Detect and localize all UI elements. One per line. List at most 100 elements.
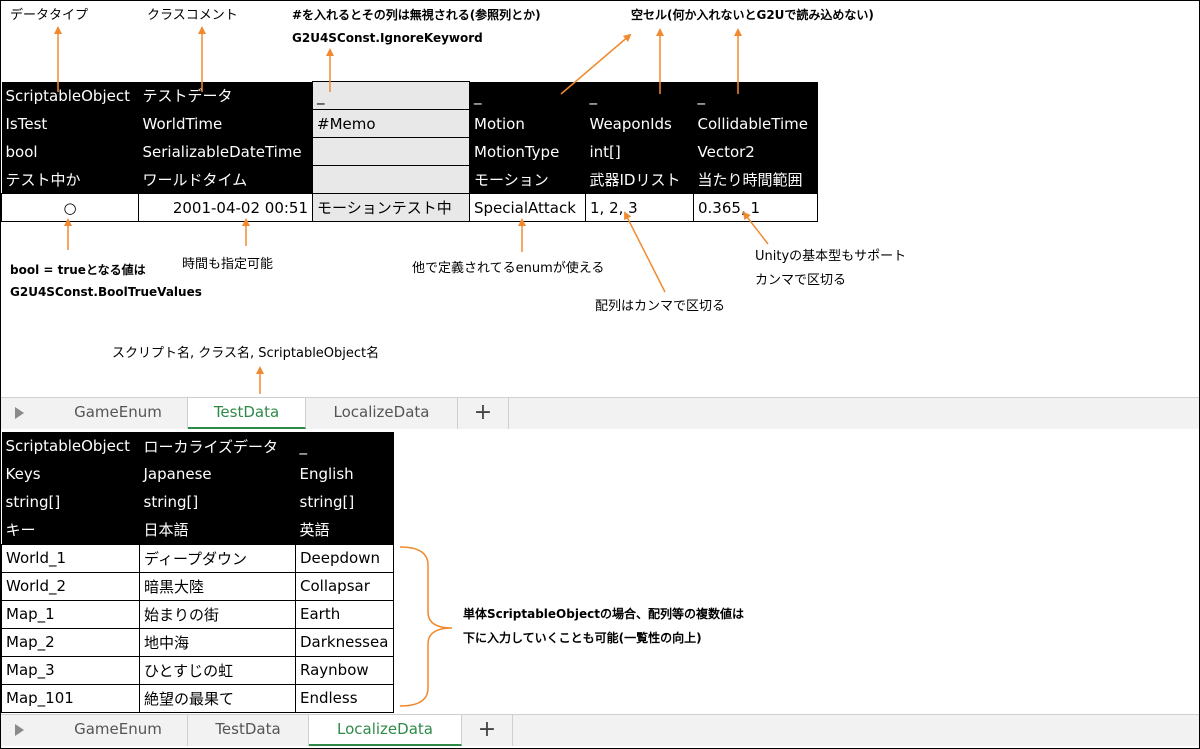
tab-test-data[interactable]: TestData: [188, 715, 309, 746]
cell[interactable]: _: [693, 81, 818, 110]
cell[interactable]: Collapsar: [295, 571, 394, 601]
header-row-names: IsTest WorldTime #Memo Motion WeaponIds …: [1, 109, 818, 138]
annotation-unity-types: Unityの基本型もサポート: [755, 249, 907, 264]
tab-localize-data[interactable]: LocalizeData: [306, 398, 458, 429]
cell[interactable]: string[]: [295, 488, 394, 516]
add-sheet-button[interactable]: +: [458, 398, 509, 429]
cell[interactable]: Japanese: [139, 460, 296, 488]
vector-cell[interactable]: 0.365, 1: [693, 193, 818, 222]
datetime-cell[interactable]: 2001-04-02 00:51: [138, 193, 313, 222]
cell[interactable]: テスト中か: [1, 165, 139, 194]
play-icon[interactable]: [15, 724, 24, 736]
cell[interactable]: English: [295, 460, 394, 488]
cell[interactable]: 武器IDリスト: [585, 165, 694, 194]
header-row-names: Keys Japanese English: [1, 460, 394, 488]
array-cell[interactable]: 1, 2, 3: [585, 193, 694, 222]
cell[interactable]: bool: [1, 137, 139, 166]
cell[interactable]: テストデータ: [138, 81, 313, 110]
cell[interactable]: World_1: [1, 543, 140, 573]
tab-localize-data[interactable]: LocalizeData: [309, 715, 462, 746]
cell[interactable]: string[]: [139, 488, 296, 516]
cell[interactable]: Keys: [1, 460, 140, 488]
cell[interactable]: Raynbow: [295, 655, 394, 685]
header-row-so: ScriptableObject ローカライズデータ _: [1, 432, 394, 460]
memo-cell[interactable]: _: [312, 81, 470, 110]
sheet-tab-bar: GameEnum TestData LocalizeData +: [1, 714, 1199, 746]
test-data-sheet: ScriptableObject テストデータ _ _ _ _ IsTest W…: [1, 81, 818, 222]
data-row: Map_3 ひとすじの虹 Raynbow: [1, 655, 394, 685]
cell[interactable]: ひとすじの虹: [139, 655, 296, 685]
add-sheet-button[interactable]: +: [462, 715, 513, 746]
cell[interactable]: 当たり時間範囲: [693, 165, 818, 194]
header-row-comments: キー 日本語 英語: [1, 516, 394, 544]
header-row-comments: テスト中か ワールドタイム モーション 武器IDリスト 当たり時間範囲: [1, 165, 818, 194]
cell[interactable]: 地中海: [139, 627, 296, 657]
cell[interactable]: WorldTime: [138, 109, 313, 138]
cell[interactable]: ScriptableObject: [1, 81, 139, 110]
cell[interactable]: IsTest: [1, 109, 139, 138]
header-row-types: string[] string[] string[]: [1, 488, 394, 516]
cell[interactable]: Map_2: [1, 627, 140, 657]
cell[interactable]: ワールドタイム: [138, 165, 313, 194]
annotation-enum-usable: 他で定義されてるenumが使える: [412, 261, 605, 276]
cell[interactable]: Map_101: [1, 683, 140, 713]
cell[interactable]: Map_3: [1, 655, 140, 685]
data-row: Map_2 地中海 Darknessea: [1, 627, 394, 657]
header-row-so: ScriptableObject テストデータ _ _ _ _: [1, 81, 818, 110]
annotation-comma-split: カンマで区切る: [755, 273, 847, 288]
annotation-data-type: データタイプ: [10, 8, 89, 23]
data-row: ○ 2001-04-02 00:51 モーションテスト中 SpecialAtta…: [1, 193, 818, 222]
annotation-array-comma: 配列はカンマで区切る: [595, 299, 726, 314]
memo-cell[interactable]: モーションテスト中: [312, 193, 470, 222]
cell[interactable]: Deepdown: [295, 543, 394, 573]
cell[interactable]: CollidableTime: [693, 109, 818, 138]
cell[interactable]: string[]: [1, 488, 140, 516]
data-row: Map_101 絶望の最果て Endless: [1, 683, 394, 713]
cell[interactable]: Motion: [469, 109, 586, 138]
cell[interactable]: 絶望の最果て: [139, 683, 296, 713]
cell[interactable]: ローカライズデータ: [139, 432, 296, 460]
annotation-ignore-keyword: G2U4SConst.IgnoreKeyword: [292, 31, 483, 45]
cell[interactable]: キー: [1, 516, 140, 544]
cell[interactable]: SerializableDateTime: [138, 137, 313, 166]
cell[interactable]: Vector2: [693, 137, 818, 166]
cell[interactable]: 日本語: [139, 516, 296, 544]
annotation-class-comment: クラスコメント: [147, 8, 238, 23]
localize-data-sheet: ScriptableObject ローカライズデータ _ Keys Japane…: [1, 432, 394, 713]
header-row-types: bool SerializableDateTime MotionType int…: [1, 137, 818, 166]
memo-cell[interactable]: [312, 137, 470, 166]
annotation-empty-cell: 空セル(何か入れないとG2Uで読み込めない): [631, 8, 874, 22]
data-row: World_2 暗黒大陸 Collapsar: [1, 571, 394, 601]
annotation-bool-true: bool = trueとなる値は: [10, 263, 146, 277]
cell[interactable]: _: [295, 432, 394, 460]
memo-cell[interactable]: [312, 165, 470, 194]
cell[interactable]: ディープダウン: [139, 543, 296, 573]
annotation-single-so: 単体ScriptableObjectの場合、配列等の複数値は: [463, 607, 744, 621]
tab-test-data[interactable]: TestData: [188, 398, 306, 429]
cell[interactable]: Endless: [295, 683, 394, 713]
enum-cell[interactable]: SpecialAttack: [469, 193, 586, 222]
cell[interactable]: _: [585, 81, 694, 110]
cell[interactable]: ScriptableObject: [1, 432, 140, 460]
cell[interactable]: 始まりの街: [139, 599, 296, 629]
play-icon[interactable]: [15, 407, 24, 419]
cell[interactable]: MotionType: [469, 137, 586, 166]
bool-cell[interactable]: ○: [1, 193, 139, 222]
data-row: Map_1 始まりの街 Earth: [1, 599, 394, 629]
tab-game-enum[interactable]: GameEnum: [49, 715, 188, 746]
cell[interactable]: World_2: [1, 571, 140, 601]
cell[interactable]: モーション: [469, 165, 586, 194]
annotation-single-so-vertical: 下に入力していくことも可能(一覧性の向上): [463, 631, 702, 645]
cell[interactable]: _: [469, 81, 586, 110]
cell[interactable]: Darknessea: [295, 627, 394, 657]
cell[interactable]: 暗黒大陸: [139, 571, 296, 601]
cell[interactable]: WeaponIds: [585, 109, 694, 138]
annotation-script-name: スクリプト名, クラス名, ScriptableObject名: [112, 346, 380, 361]
tab-game-enum[interactable]: GameEnum: [49, 398, 188, 429]
cell[interactable]: int[]: [585, 137, 694, 166]
cell[interactable]: Earth: [295, 599, 394, 629]
cell[interactable]: Map_1: [1, 599, 140, 629]
annotation-time-spec: 時間も指定可能: [182, 257, 274, 272]
cell[interactable]: 英語: [295, 516, 394, 544]
memo-cell[interactable]: #Memo: [312, 109, 470, 138]
